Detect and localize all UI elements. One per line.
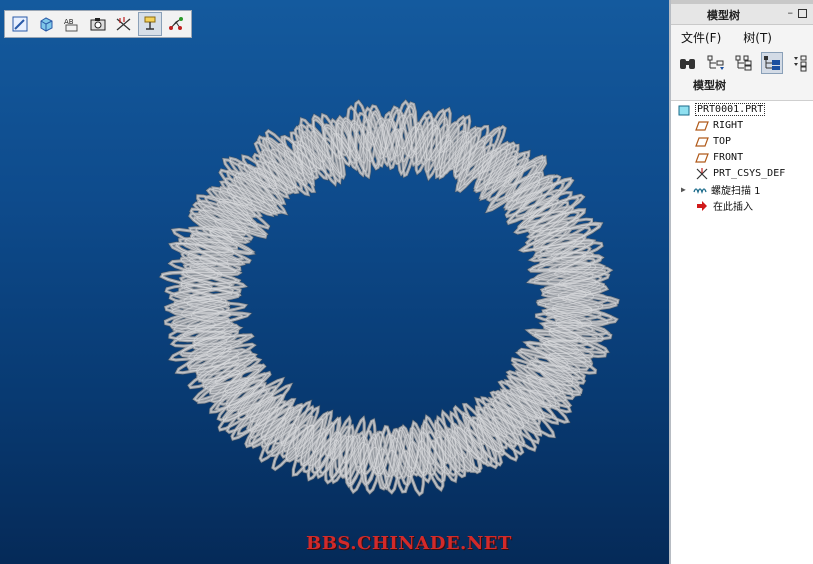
tree-menu-bar: 文件(F) 树(T) [671,25,813,49]
datum-plane-icon [695,119,709,133]
datum-point-icon[interactable] [164,12,188,36]
tree-node-label: FRONT [713,152,744,163]
sketch-icon[interactable] [8,12,32,36]
minimize-button[interactable]: – [788,6,794,19]
annotation-icon[interactable]: AB [60,12,84,36]
menu-file[interactable]: 文件(F) [681,29,721,46]
model-tree: PRT0001.PRT RIGHT TOP FRONT PRT_CSYS_DEF… [671,100,813,564]
helical-sweep-icon [693,183,707,197]
tree-node-csys[interactable]: PRT_CSYS_DEF [695,166,785,181]
datum-display-icon[interactable] [112,12,136,36]
tree-node-part[interactable]: PRT0001.PRT [677,102,766,117]
tree-node-insert-here[interactable]: 在此插入 [695,198,753,213]
maximize-button[interactable] [798,9,807,18]
tree-toolbar [671,49,813,77]
model-tree-panel: 模型树 – 文件(F) 树(T) 模型树 PRT0001.PRT RIGHT T… [669,0,813,564]
tree-node-label: PRT0001.PRT [695,103,766,116]
datum-plane-icon [695,135,709,149]
part-icon [677,103,691,117]
tree-columns-icon[interactable] [761,52,783,74]
menu-tree[interactable]: 树(T) [743,29,772,46]
graphics-viewport[interactable]: AB BBS.CHINADE.NET [0,0,669,564]
spin-center-icon[interactable] [138,12,162,36]
insert-here-arrow-icon [695,199,709,213]
tree-node-top[interactable]: TOP [695,134,731,149]
tree-node-label: 在此插入 [713,202,753,213]
tree-node-helical-sweep[interactable]: ▶ 螺旋扫描 1 [681,182,761,197]
tree-node-right[interactable]: RIGHT [695,118,743,133]
watermark-text: BBS.CHINADE.NET [306,533,512,554]
tree-node-front[interactable]: FRONT [695,150,743,165]
tree-node-label: TOP [713,136,732,147]
settings-icon[interactable] [733,52,755,74]
view-toolbar: AB [4,10,192,38]
csys-icon [695,167,709,181]
tree-node-label: 螺旋扫描 1 [711,186,761,197]
panel-header: 模型树 – [671,4,813,25]
datum-plane-icon [695,151,709,165]
expand-arrow-icon[interactable]: ▶ [681,185,693,194]
shading-icon[interactable] [34,12,58,36]
camera-icon[interactable] [86,12,110,36]
tree-node-label: PRT_CSYS_DEF [713,168,786,179]
tree-node-label: RIGHT [713,120,744,131]
find-icon[interactable] [677,52,699,74]
helical-sweep-model[interactable] [0,0,669,564]
tree-section-label: 模型树 [693,79,726,92]
tree-filter-icon[interactable] [789,52,811,74]
show-icon[interactable] [705,52,727,74]
panel-title: 模型树 [707,9,740,22]
